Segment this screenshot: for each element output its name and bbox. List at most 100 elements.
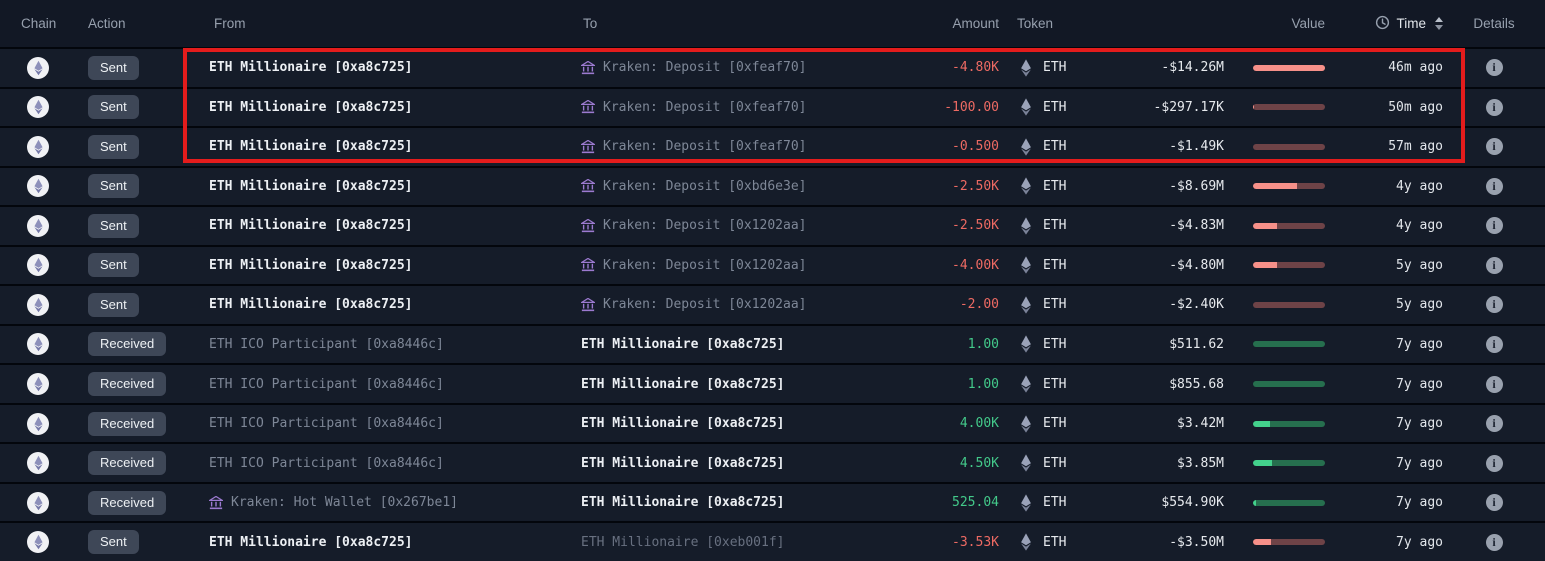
from-entity[interactable]: Kraken: Hot Wallet [0x267be1] <box>209 495 458 510</box>
eth-token-icon <box>1020 533 1032 551</box>
to-entity[interactable]: Kraken: Deposit [0x1202aa] <box>581 297 807 312</box>
value-bar <box>1253 223 1325 229</box>
ethereum-chain-icon <box>27 413 49 435</box>
to-entity[interactable]: ETH Millionaire [0xa8c725] <box>581 416 785 431</box>
info-icon[interactable]: i <box>1486 138 1503 155</box>
action-badge: Sent <box>88 293 139 317</box>
info-icon[interactable]: i <box>1486 296 1503 313</box>
usd-value: -$1.49K <box>1102 139 1224 154</box>
value-bar <box>1253 500 1325 506</box>
to-entity[interactable]: Kraken: Deposit [0x1202aa] <box>581 218 807 233</box>
usd-value: -$297.17K <box>1102 100 1224 115</box>
table-row[interactable]: Sent ETH Millionaire [0xa8c725] <box>0 87 1545 127</box>
to-entity[interactable]: Kraken: Deposit [0xfeaf70] <box>581 60 807 75</box>
info-icon[interactable]: i <box>1486 59 1503 76</box>
to-entity[interactable]: Kraken: Deposit [0x1202aa] <box>581 258 807 273</box>
time-ago: 7y ago <box>1396 495 1443 510</box>
from-entity[interactable]: ETH Millionaire [0xa8c725] <box>209 60 413 75</box>
to-entity[interactable]: ETH Millionaire [0xa8c725] <box>581 495 785 510</box>
value-bar <box>1253 262 1325 268</box>
table-row[interactable]: Sent ETH Millionaire [0xa8c725] <box>0 126 1545 166</box>
value-bar <box>1253 183 1325 189</box>
info-icon[interactable]: i <box>1486 178 1503 195</box>
to-entity[interactable]: ETH Millionaire [0xa8c725] <box>581 337 785 352</box>
table-row[interactable]: Received ETH ICO Participant [0xa8446c] <box>0 324 1545 364</box>
info-icon[interactable]: i <box>1486 376 1503 393</box>
token-symbol: ETH <box>1043 258 1066 273</box>
to-entity[interactable]: ETH Millionaire [0xa8c725] <box>581 456 785 471</box>
ethereum-chain-icon <box>27 492 49 514</box>
info-icon[interactable]: i <box>1486 336 1503 353</box>
eth-token-icon <box>1020 59 1032 77</box>
to-entity[interactable]: ETH Millionaire [0xa8c725] <box>581 377 785 392</box>
table-row[interactable]: Sent ETH Millionaire [0xa8c725] <box>0 166 1545 206</box>
from-entity[interactable]: ETH ICO Participant [0xa8446c] <box>209 456 444 471</box>
action-badge: Received <box>88 412 166 436</box>
action-badge: Sent <box>88 530 139 554</box>
from-entity[interactable]: ETH ICO Participant [0xa8446c] <box>209 377 444 392</box>
kraken-bank-icon <box>581 298 595 312</box>
table-row[interactable]: Sent ETH Millionaire [0xa8c725] <box>0 245 1545 285</box>
usd-value: $554.90K <box>1102 495 1224 510</box>
to-entity[interactable]: Kraken: Deposit [0xfeaf70] <box>581 139 807 154</box>
table-row[interactable]: Received Kraken: Hot Wallet [0x267be1] <box>0 482 1545 522</box>
from-entity[interactable]: ETH Millionaire [0xa8c725] <box>209 535 413 550</box>
eth-token-icon <box>1020 256 1032 274</box>
info-icon[interactable]: i <box>1486 415 1503 432</box>
amount-value: -100.00 <box>944 100 999 115</box>
to-entity[interactable]: Kraken: Deposit [0xfeaf70] <box>581 100 807 115</box>
clock-icon <box>1375 15 1390 33</box>
from-entity[interactable]: ETH ICO Participant [0xa8446c] <box>209 416 444 431</box>
action-badge: Sent <box>88 95 139 119</box>
table-row[interactable]: Received ETH ICO Participant [0xa8446c] <box>0 363 1545 403</box>
eth-token-icon <box>1020 98 1032 116</box>
kraken-bank-icon <box>581 61 595 75</box>
amount-value: 4.00K <box>960 416 999 431</box>
action-badge: Sent <box>88 56 139 80</box>
from-entity[interactable]: ETH Millionaire [0xa8c725] <box>209 258 413 273</box>
amount-value: -4.00K <box>952 258 999 273</box>
eth-token-icon <box>1020 415 1032 433</box>
from-entity[interactable]: ETH Millionaire [0xa8c725] <box>209 218 413 233</box>
token-symbol: ETH <box>1043 100 1066 115</box>
info-icon[interactable]: i <box>1486 455 1503 472</box>
from-entity[interactable]: ETH Millionaire [0xa8c725] <box>209 139 413 154</box>
transactions-table: Chain Action From To Amount Token Value … <box>0 0 1545 561</box>
amount-value: -2.00 <box>960 297 999 312</box>
info-icon[interactable]: i <box>1486 494 1503 511</box>
token-symbol: ETH <box>1043 456 1066 471</box>
from-entity[interactable]: ETH Millionaire [0xa8c725] <box>209 100 413 115</box>
time-ago: 57m ago <box>1388 139 1443 154</box>
action-badge: Received <box>88 451 166 475</box>
info-icon[interactable]: i <box>1486 217 1503 234</box>
to-entity[interactable]: ETH Millionaire [0xeb001f] <box>581 535 785 550</box>
usd-value: $3.42M <box>1102 416 1224 431</box>
table-row[interactable]: Sent ETH Millionaire [0xa8c725] <box>0 47 1545 87</box>
time-sort-control[interactable]: Time <box>1375 15 1444 33</box>
table-row[interactable]: Sent ETH Millionaire [0xa8c725] <box>0 521 1545 561</box>
table-row[interactable]: Sent ETH Millionaire [0xa8c725] <box>0 284 1545 324</box>
from-entity[interactable]: ETH Millionaire [0xa8c725] <box>209 179 413 194</box>
kraken-bank-icon <box>581 219 595 233</box>
table-row[interactable]: Received ETH ICO Participant [0xa8446c] <box>0 403 1545 443</box>
amount-value: -3.53K <box>952 535 999 550</box>
amount-value: -2.50K <box>952 179 999 194</box>
time-ago: 5y ago <box>1396 258 1443 273</box>
info-icon[interactable]: i <box>1486 99 1503 116</box>
eth-token-icon <box>1020 217 1032 235</box>
info-icon[interactable]: i <box>1486 257 1503 274</box>
table-row[interactable]: Received ETH ICO Participant [0xa8446c] <box>0 442 1545 482</box>
table-row[interactable]: Sent ETH Millionaire [0xa8c725] <box>0 205 1545 245</box>
from-entity[interactable]: ETH ICO Participant [0xa8446c] <box>209 337 444 352</box>
usd-value: $511.62 <box>1102 337 1224 352</box>
action-badge: Sent <box>88 253 139 277</box>
ethereum-chain-icon <box>27 215 49 237</box>
to-entity[interactable]: Kraken: Deposit [0xbd6e3e] <box>581 179 807 194</box>
usd-value: -$2.40K <box>1102 297 1224 312</box>
from-entity[interactable]: ETH Millionaire [0xa8c725] <box>209 297 413 312</box>
kraken-bank-icon <box>209 496 223 510</box>
amount-value: -2.50K <box>952 218 999 233</box>
info-icon[interactable]: i <box>1486 534 1503 551</box>
token-symbol: ETH <box>1043 179 1066 194</box>
table-header: Chain Action From To Amount Token Value … <box>0 0 1545 47</box>
